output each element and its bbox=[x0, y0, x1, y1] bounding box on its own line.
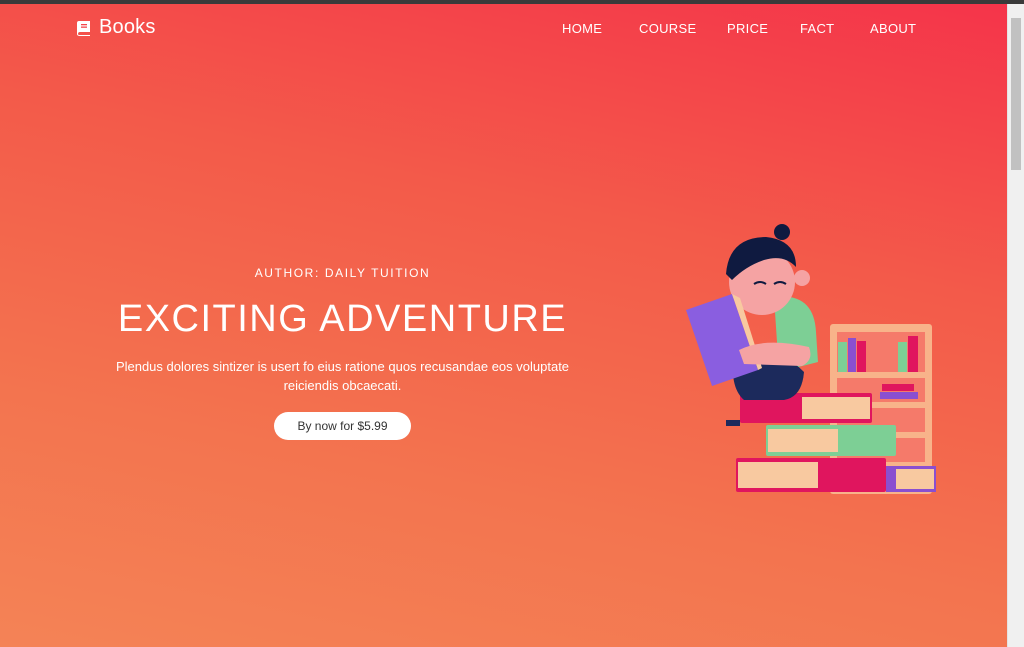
hero-text: AUTHOR: DAILY TUITION EXCITING ADVENTURE… bbox=[90, 266, 595, 440]
boy-reading-illustration bbox=[686, 224, 936, 494]
landing-page: Books HOME COURSE PRICE FACT ABOUT AUTHO… bbox=[0, 4, 1007, 647]
nav-price[interactable]: PRICE bbox=[727, 21, 768, 36]
nav-course[interactable]: COURSE bbox=[639, 21, 696, 36]
main-nav: HOME COURSE PRICE FACT ABOUT bbox=[0, 21, 1007, 41]
buy-now-button[interactable]: By now for $5.99 bbox=[274, 412, 411, 440]
nav-home[interactable]: HOME bbox=[562, 21, 602, 36]
scrollbar-thumb[interactable] bbox=[1011, 18, 1021, 170]
nav-about[interactable]: ABOUT bbox=[870, 21, 916, 36]
author-label: AUTHOR: DAILY TUITION bbox=[254, 266, 431, 280]
hero-description: Plendus dolores sintizer is usert fo eiu… bbox=[115, 359, 570, 393]
nav-fact[interactable]: FACT bbox=[800, 21, 834, 36]
boy-figure bbox=[686, 224, 818, 400]
hero-title: EXCITING ADVENTURE bbox=[117, 298, 568, 340]
vertical-scrollbar[interactable] bbox=[1007, 4, 1024, 647]
